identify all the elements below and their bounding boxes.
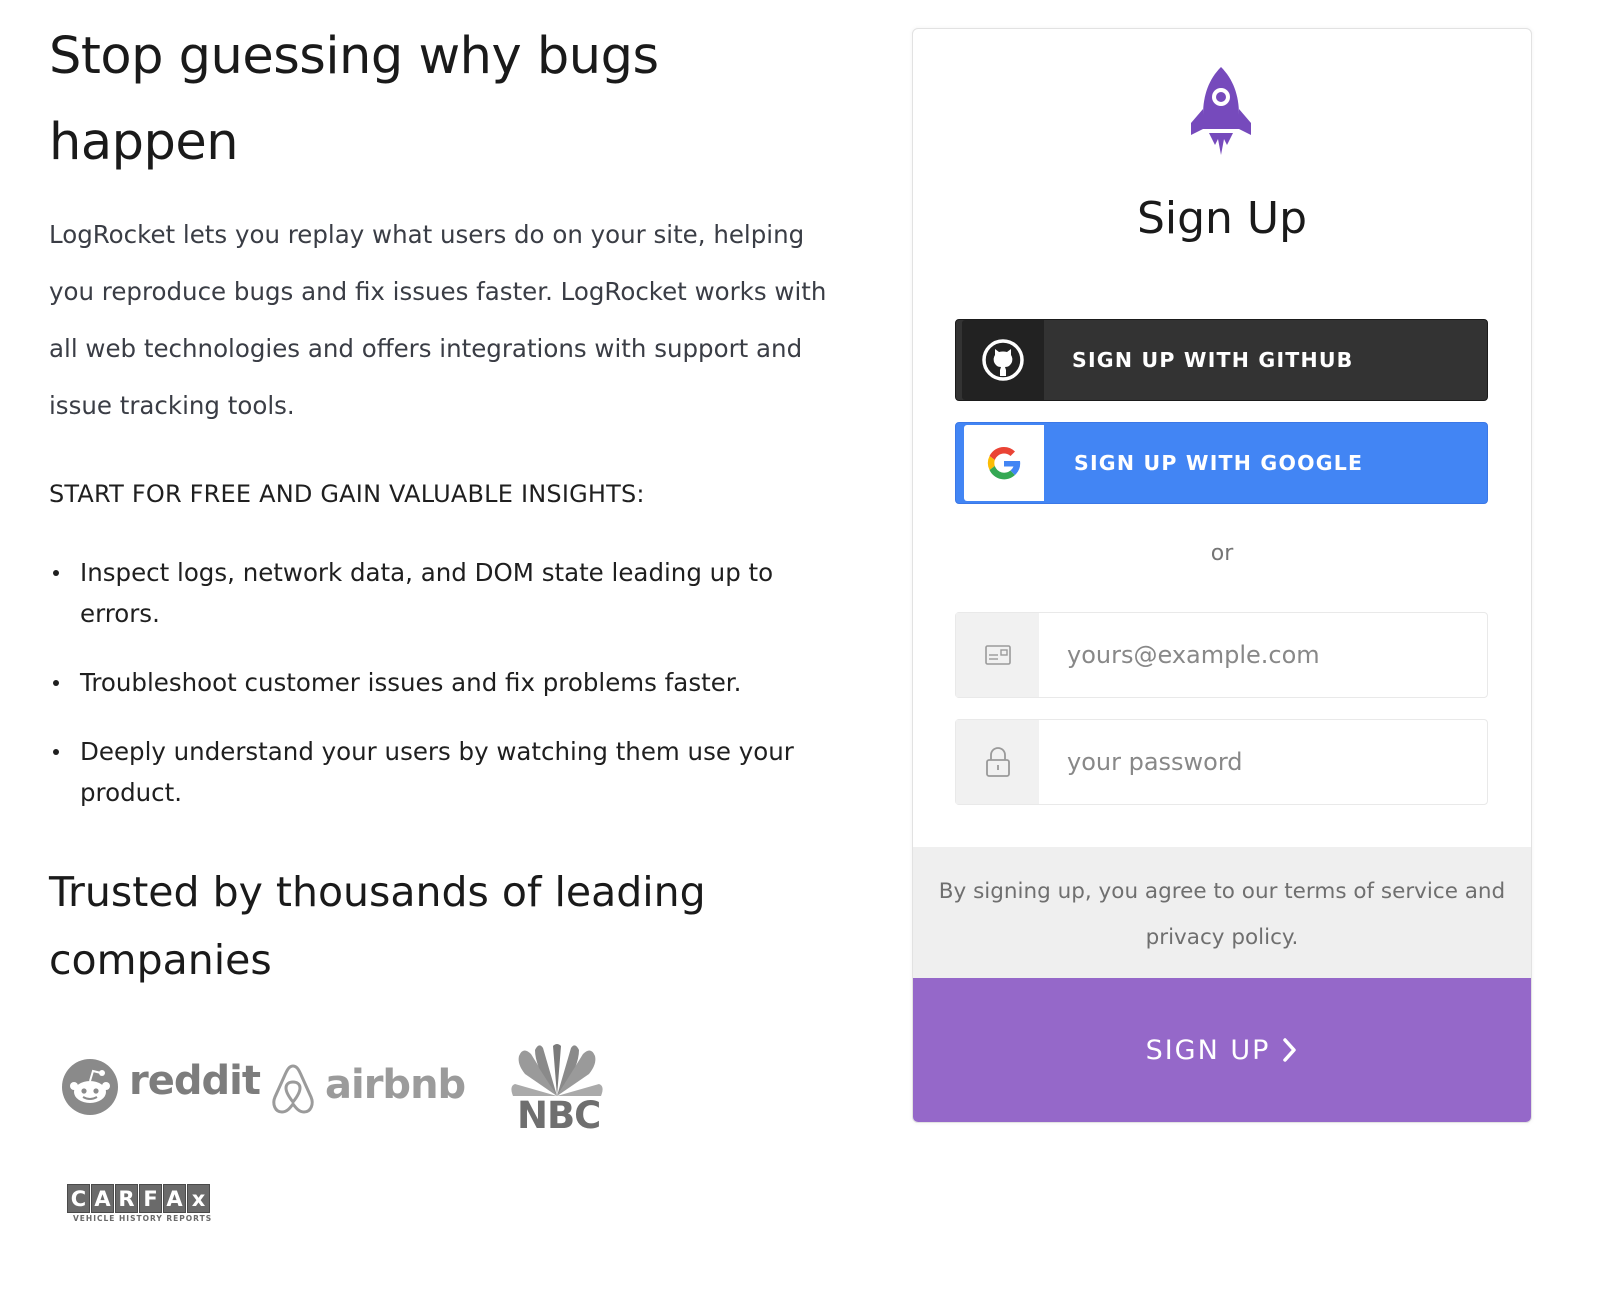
- nbc-logo: NBC: [509, 1044, 605, 1140]
- chevron-right-icon: [1283, 1038, 1297, 1062]
- list-item: Deeply understand your users by watching…: [49, 731, 820, 813]
- list-item-text: Inspect logs, network data, and DOM stat…: [80, 558, 774, 628]
- insights-heading: START FOR FREE AND GAIN VALUABLE INSIGHT…: [49, 480, 645, 508]
- or-divider: or: [1210, 541, 1234, 566]
- password-input[interactable]: [1039, 720, 1487, 804]
- submit-label: SIGN UP: [1145, 1034, 1271, 1066]
- github-icon-box: [962, 320, 1044, 400]
- carfax-letter: A: [163, 1184, 186, 1213]
- reddit-logo: reddit: [61, 1056, 261, 1120]
- carfax-letter: C: [67, 1184, 90, 1213]
- reddit-wordmark: reddit: [129, 1058, 261, 1104]
- bullet-dot: [53, 680, 59, 686]
- list-item: Troubleshoot customer issues and fix pro…: [49, 662, 820, 703]
- terms-notice: By signing up, you agree to our terms of…: [913, 847, 1531, 978]
- bullet-dot: [53, 570, 59, 576]
- airbnb-wordmark: airbnb: [325, 1062, 466, 1108]
- carfax-letter: F: [139, 1184, 162, 1213]
- signup-title: Sign Up: [1136, 193, 1308, 244]
- carfax-letter: R: [115, 1184, 138, 1213]
- hero-title: Stop guessing why bugs happen: [49, 27, 659, 172]
- list-item-text: Troubleshoot customer issues and fix pro…: [80, 668, 742, 697]
- lock-icon: [985, 747, 1010, 777]
- signup-github-button[interactable]: SIGN UP WITH GITHUB: [955, 319, 1488, 401]
- carfax-letter: x: [187, 1184, 210, 1213]
- signup-card: Sign Up SIGN UP WITH GITHUB SIGN UP WITH…: [912, 28, 1532, 1123]
- google-button-label: SIGN UP WITH GOOGLE: [1074, 451, 1364, 475]
- envelope-icon: [984, 645, 1011, 665]
- insights-list: Inspect logs, network data, and DOM stat…: [49, 552, 849, 841]
- google-icon-box: [964, 425, 1044, 501]
- email-field: [955, 612, 1488, 698]
- rocket-icon: [1191, 67, 1251, 155]
- carfax-logo: C A R F A x VEHICLE HISTORY REPORTS: [67, 1184, 227, 1226]
- list-item-text: Deeply understand your users by watching…: [80, 737, 794, 807]
- carfax-tagline: VEHICLE HISTORY REPORTS: [73, 1214, 213, 1223]
- email-icon-box: [956, 613, 1039, 697]
- hero-description: LogRocket lets you replay what users do …: [49, 220, 827, 420]
- github-button-label: SIGN UP WITH GITHUB: [1072, 348, 1354, 372]
- google-icon: [987, 446, 1021, 480]
- carfax-letters: C A R F A x: [67, 1184, 210, 1213]
- email-input[interactable]: [1039, 613, 1487, 697]
- carfax-letter: A: [91, 1184, 114, 1213]
- signup-google-button[interactable]: SIGN UP WITH GOOGLE: [955, 422, 1488, 504]
- list-item: Inspect logs, network data, and DOM stat…: [49, 552, 820, 634]
- bullet-dot: [53, 749, 59, 755]
- signup-page: Stop guessing why bugs happen LogRocket …: [0, 0, 1600, 1294]
- airbnb-belo-icon: [272, 1064, 314, 1114]
- trusted-title: Trusted by thousands of leading companie…: [49, 868, 706, 984]
- password-field: [955, 719, 1488, 805]
- password-icon-box: [956, 720, 1039, 804]
- airbnb-logo: airbnb: [269, 1060, 466, 1120]
- signup-submit-button[interactable]: SIGN UP: [913, 978, 1531, 1122]
- nbc-wordmark: NBC: [517, 1094, 601, 1137]
- reddit-alien-icon: [62, 1059, 118, 1115]
- github-icon: [982, 339, 1024, 381]
